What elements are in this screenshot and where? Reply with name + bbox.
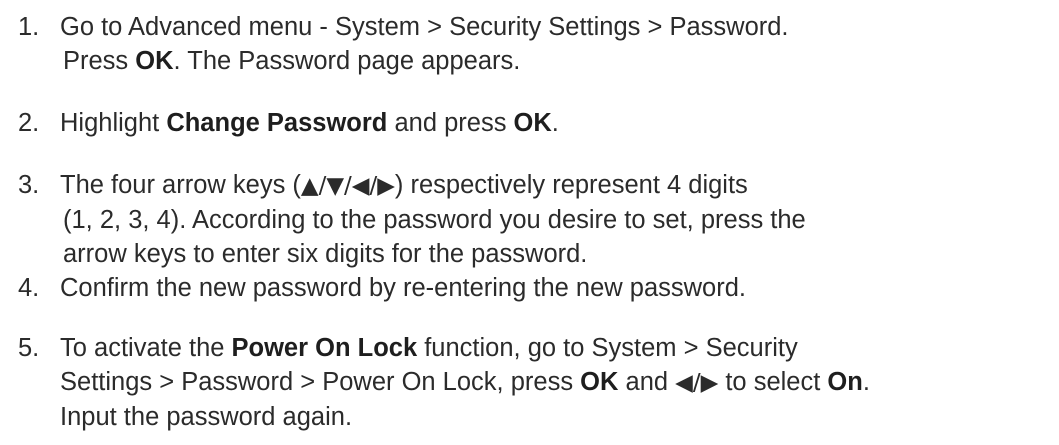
step-line: Go to Advanced menu - System > Security … xyxy=(18,10,1053,44)
step-number: 5. xyxy=(18,334,40,362)
text-run: arrow keys to enter six digits for the p… xyxy=(63,240,588,268)
instructions-document: 1. Go to Advanced menu - System > Securi… xyxy=(0,0,1059,445)
text-run: function, go to System > Security xyxy=(417,334,798,362)
step-line: Confirm the new password by re-entering … xyxy=(18,271,1053,305)
text-run: to select xyxy=(718,368,828,396)
text-run: The four arrow keys ( xyxy=(60,171,301,199)
step-3: 3. The four arrow keys (▲/▼/◀/▶) respect… xyxy=(18,168,1053,271)
text-run: and press xyxy=(387,109,514,137)
step-1: 1. Go to Advanced menu - System > Securi… xyxy=(18,10,1053,78)
text-run: Go to Advanced menu - System > Security … xyxy=(60,13,789,41)
step-line: (1, 2, 3, 4). According to the password … xyxy=(18,203,1053,237)
emphasized-term: OK xyxy=(580,368,619,396)
emphasized-term: OK xyxy=(513,109,552,137)
step-line: Input the password again. xyxy=(18,400,1053,434)
arrow-keys-icon: ◀/▶ xyxy=(675,370,719,396)
step-4: 4. Confirm the new password by re-enteri… xyxy=(18,271,1053,305)
emphasized-term: Power On Lock xyxy=(231,334,418,362)
step-5: 5. To activate the Power On Lock functio… xyxy=(18,331,1053,434)
step-number: 4. xyxy=(18,274,40,302)
step-line: Press OK. The Password page appears. xyxy=(18,44,1053,78)
step-number: 1. xyxy=(18,13,40,41)
step-line: To activate the Power On Lock function, … xyxy=(18,331,1053,365)
text-run: Highlight xyxy=(60,109,167,137)
text-run: . xyxy=(862,368,870,396)
text-run: . xyxy=(551,109,559,137)
step-line: arrow keys to enter six digits for the p… xyxy=(18,237,1053,271)
arrow-keys-icon: ▲/▼/◀/▶ xyxy=(300,173,395,199)
text-run: Settings > Password > Power On Lock, pre… xyxy=(60,368,581,396)
step-line: The four arrow keys (▲/▼/◀/▶) respective… xyxy=(18,168,1053,203)
emphasized-term: OK xyxy=(135,47,174,75)
step-2: 2. Highlight Change Password and press O… xyxy=(18,106,1053,140)
step-number: 2. xyxy=(18,109,40,137)
emphasized-term: Change Password xyxy=(166,109,388,137)
text-run: Input the password again. xyxy=(60,403,353,431)
step-line: Settings > Password > Power On Lock, pre… xyxy=(18,365,1053,400)
text-run: ) respectively represent 4 digits xyxy=(394,171,748,199)
text-run: Press xyxy=(63,47,136,75)
text-run: (1, 2, 3, 4). According to the password … xyxy=(63,206,806,234)
text-run: and xyxy=(618,368,676,396)
emphasized-term: On xyxy=(827,368,863,396)
text-run: To activate the xyxy=(60,334,232,362)
text-run: . The Password page appears. xyxy=(173,47,521,75)
step-line: Highlight Change Password and press OK. xyxy=(18,106,1053,140)
text-run: Confirm the new password by re-entering … xyxy=(60,274,746,302)
step-number: 3. xyxy=(18,171,40,199)
